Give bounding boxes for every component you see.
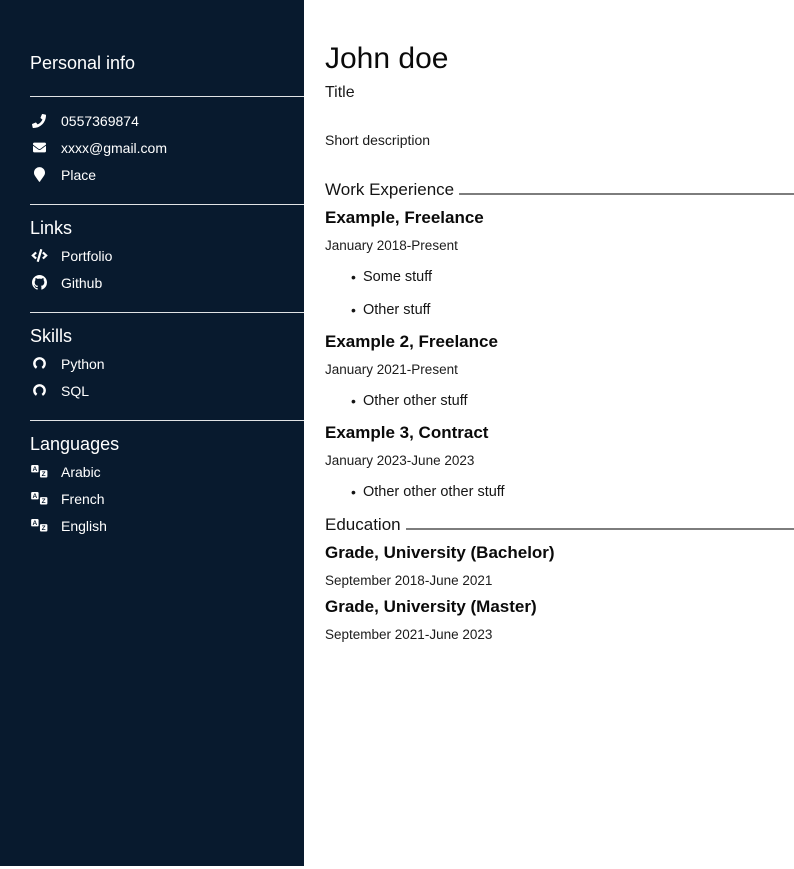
skill-label: Python: [61, 356, 105, 372]
svg-text:Z: Z: [41, 525, 45, 532]
language-label: English: [61, 518, 107, 534]
place-value: Place: [61, 167, 96, 183]
section-rule: [459, 193, 794, 195]
job-date: January 2023-June 2023: [325, 453, 794, 469]
language-row: AZ French: [0, 485, 304, 512]
edu-title: Grade, University (Master): [325, 597, 794, 617]
language-row: AZ Arabic: [0, 458, 304, 485]
links-heading: Links: [0, 217, 304, 239]
skills-section: Skills Python SQL: [0, 325, 304, 404]
language-icon: AZ: [30, 492, 48, 505]
edu-date: September 2021-June 2023: [325, 627, 794, 643]
edu-entry: Grade, University (Bachelor) September 2…: [325, 543, 794, 589]
sidebar: Personal info 0557369874 xxxx@gmail.com …: [0, 0, 304, 866]
main-content: John doe Title Short description Work Ex…: [304, 0, 794, 869]
bullet-item: Other stuff: [363, 302, 794, 318]
languages-heading: Languages: [0, 433, 304, 455]
github-icon: [30, 275, 48, 290]
email-value: xxxx@gmail.com: [61, 140, 167, 156]
envelope-icon: [30, 141, 48, 154]
languages-section: Languages AZ Arabic AZ French AZ English: [0, 433, 304, 539]
job-entry: Example 2, Freelance January 2021-Presen…: [325, 332, 794, 409]
language-icon: AZ: [30, 519, 48, 532]
job-bullets: Other other other stuff: [325, 484, 794, 500]
person-name: John doe: [325, 42, 794, 76]
circle-notch-icon: [30, 383, 48, 398]
edu-date: September 2018-June 2021: [325, 573, 794, 589]
job-title: Example, Freelance: [325, 208, 794, 228]
edu-title: Grade, University (Bachelor): [325, 543, 794, 563]
svg-text:Z: Z: [41, 498, 45, 505]
sidebar-divider: [30, 420, 304, 421]
job-bullets: Some stuff Other stuff: [325, 269, 794, 318]
job-date: January 2021-Present: [325, 362, 794, 378]
short-description: Short description: [325, 132, 794, 149]
job-entry: Example, Freelance January 2018-Present …: [325, 208, 794, 318]
phone-row: 0557369874: [0, 107, 304, 134]
skill-label: SQL: [61, 383, 89, 399]
personal-info-section: Personal info 0557369874 xxxx@gmail.com …: [0, 0, 304, 188]
svg-text:A: A: [32, 466, 37, 473]
language-row: AZ English: [0, 512, 304, 539]
circle-notch-icon: [30, 356, 48, 371]
place-row: Place: [0, 161, 304, 188]
language-icon: AZ: [30, 465, 48, 478]
svg-text:A: A: [32, 520, 37, 527]
bullet-item: Other other stuff: [363, 393, 794, 409]
links-section: Links Portfolio Github: [0, 217, 304, 296]
education-header: Education: [325, 515, 794, 535]
svg-text:Z: Z: [41, 471, 45, 478]
language-label: Arabic: [61, 464, 101, 480]
skills-heading: Skills: [0, 325, 304, 347]
sidebar-divider: [30, 96, 304, 97]
bullet-item: Some stuff: [363, 269, 794, 285]
job-date: January 2018-Present: [325, 238, 794, 254]
education-title: Education: [325, 515, 401, 535]
location-icon: [30, 167, 48, 182]
code-icon: [30, 249, 48, 262]
bullet-item: Other other other stuff: [363, 484, 794, 500]
link-row-portfolio[interactable]: Portfolio: [0, 242, 304, 269]
job-title: Example 2, Freelance: [325, 332, 794, 352]
person-title: Title: [325, 83, 794, 102]
sidebar-divider: [30, 204, 304, 205]
svg-text:A: A: [32, 493, 37, 500]
github-link-label: Github: [61, 275, 102, 291]
email-row: xxxx@gmail.com: [0, 134, 304, 161]
language-label: French: [61, 491, 105, 507]
work-experience-title: Work Experience: [325, 180, 454, 200]
link-row-github[interactable]: Github: [0, 269, 304, 296]
personal-info-heading: Personal info: [0, 0, 304, 74]
skill-row: SQL: [0, 377, 304, 404]
sidebar-divider: [30, 312, 304, 313]
phone-value: 0557369874: [61, 113, 139, 129]
section-rule: [406, 528, 794, 530]
skill-row: Python: [0, 350, 304, 377]
job-title: Example 3, Contract: [325, 423, 794, 443]
phone-icon: [30, 114, 48, 128]
edu-entry: Grade, University (Master) September 202…: [325, 597, 794, 643]
job-entry: Example 3, Contract January 2023-June 20…: [325, 423, 794, 500]
job-bullets: Other other stuff: [325, 393, 794, 409]
work-experience-header: Work Experience: [325, 180, 794, 200]
portfolio-link-label: Portfolio: [61, 248, 112, 264]
